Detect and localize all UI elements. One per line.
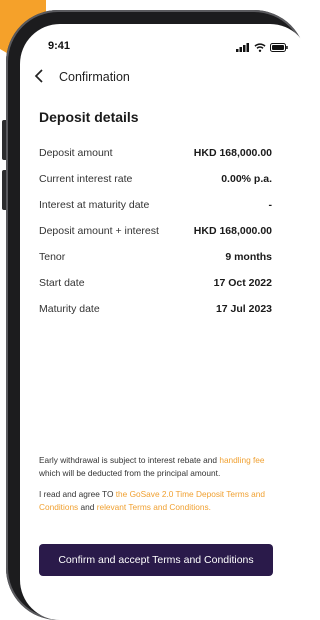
detail-label: Start date [39, 277, 85, 289]
detail-label: Current interest rate [39, 173, 133, 185]
chevron-left-icon[interactable] [34, 69, 44, 87]
early-withdrawal-notice: Early withdrawal is subject to interest … [39, 454, 275, 479]
deposit-details-list: Deposit amount HKD 168,000.00 Current in… [39, 140, 272, 322]
detail-label: Interest at maturity date [39, 199, 150, 211]
detail-row-start-date: Start date 17 Oct 2022 [39, 270, 272, 296]
phone-screen: 9:41 Confirmation Deposit details Deposi… [20, 24, 310, 620]
notice-text: Early withdrawal is subject to interest … [39, 455, 220, 465]
relevant-terms-link[interactable]: relevant Terms and Conditions. [97, 502, 211, 512]
detail-value: 17 Jul 2023 [215, 303, 272, 315]
detail-row-maturity-date: Maturity date 17 Jul 2023 [39, 296, 272, 322]
detail-value: HKD 168,000.00 [193, 147, 272, 159]
status-bar: 9:41 [20, 24, 310, 62]
agreement-notice: I read and agree TO the GoSave 2.0 Time … [39, 488, 275, 513]
handling-fee-link[interactable]: handling fee [219, 455, 264, 465]
notice-text: and [78, 501, 97, 512]
detail-value: 9 months [225, 251, 272, 263]
notice-text: which will be deducted from the principa… [39, 467, 221, 478]
detail-label: Tenor [39, 251, 66, 263]
nav-bar: Confirmation [20, 66, 310, 90]
detail-value: 0.00% p.a. [221, 173, 272, 185]
terms-notice: Early withdrawal is subject to interest … [39, 454, 275, 522]
page-title: Confirmation [59, 70, 130, 84]
detail-row-amount-plus-interest: Deposit amount + interest HKD 168,000.00 [39, 218, 272, 244]
detail-row-interest-rate: Current interest rate 0.00% p.a. [39, 166, 272, 192]
notice-text: I read and agree TO [39, 489, 116, 499]
detail-value: 17 Oct 2022 [213, 277, 272, 289]
deposit-details-title: Deposit details [39, 109, 139, 125]
detail-value: HKD 168,000.00 [193, 225, 272, 237]
detail-row-tenor: Tenor 9 months [39, 244, 272, 270]
detail-label: Deposit amount + interest [39, 225, 159, 237]
status-time: 9:41 [48, 40, 71, 52]
detail-row-deposit-amount: Deposit amount HKD 168,000.00 [39, 140, 272, 166]
signal-icon [236, 39, 250, 57]
confirm-accept-button[interactable]: Confirm and accept Terms and Conditions [39, 544, 273, 576]
battery-icon [270, 39, 288, 57]
status-icons [236, 39, 288, 57]
detail-value: - [268, 199, 273, 211]
detail-label: Deposit amount [39, 147, 113, 159]
detail-row-interest-at-maturity: Interest at maturity date - [39, 192, 272, 218]
wifi-icon [254, 39, 266, 57]
detail-label: Maturity date [39, 303, 100, 315]
